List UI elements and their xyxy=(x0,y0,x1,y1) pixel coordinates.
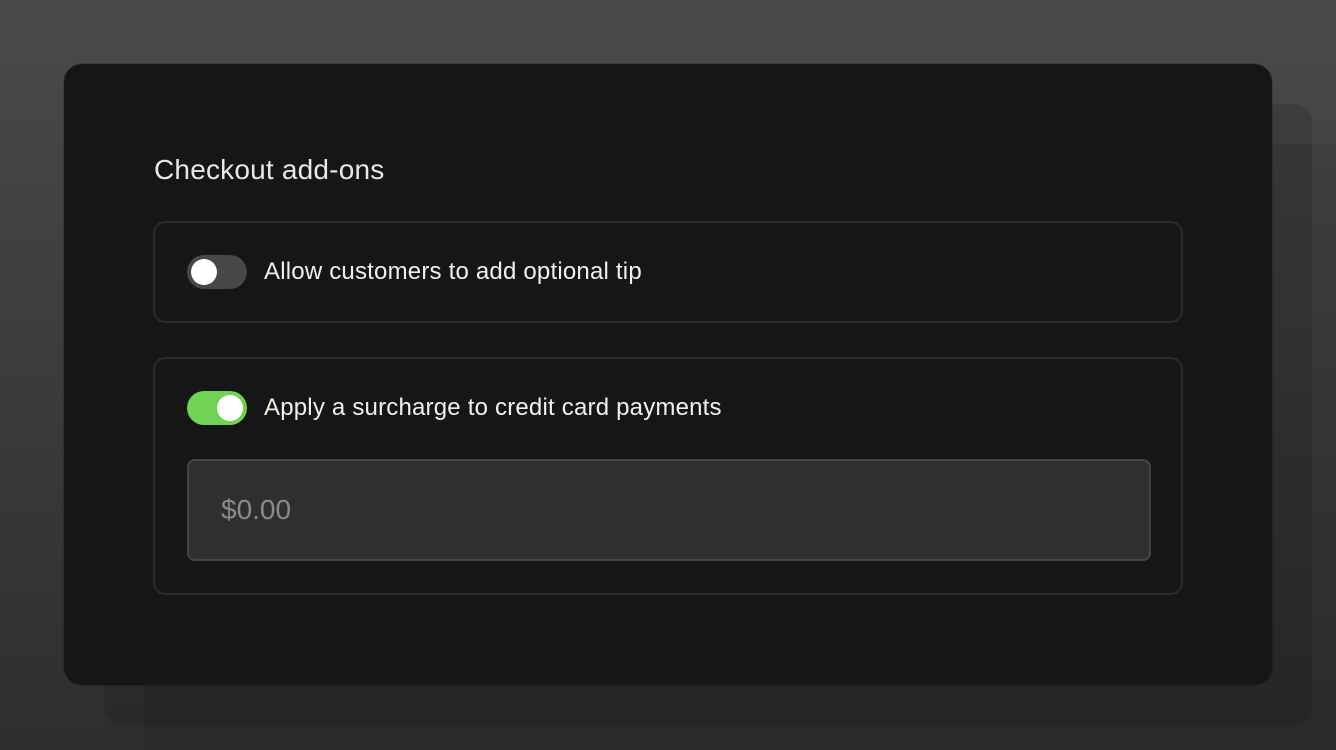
surcharge-option-panel: Apply a surcharge to credit card payment… xyxy=(153,357,1183,595)
tip-toggle-knob xyxy=(191,259,217,285)
tip-toggle-label: Allow customers to add optional tip xyxy=(264,258,642,285)
section-title: Checkout add-ons xyxy=(154,154,385,185)
checkout-addons-card: Checkout add-ons Allow customers to add … xyxy=(64,64,1272,685)
surcharge-toggle[interactable] xyxy=(187,391,247,425)
tip-toggle[interactable] xyxy=(187,255,247,289)
surcharge-toggle-row: Apply a surcharge to credit card payment… xyxy=(187,391,722,425)
tip-option-panel: Allow customers to add optional tip xyxy=(153,221,1183,323)
tip-toggle-row: Allow customers to add optional tip xyxy=(187,255,642,289)
surcharge-amount-input[interactable] xyxy=(187,459,1151,561)
surcharge-toggle-label: Apply a surcharge to credit card payment… xyxy=(264,394,722,421)
surcharge-toggle-knob xyxy=(217,395,243,421)
